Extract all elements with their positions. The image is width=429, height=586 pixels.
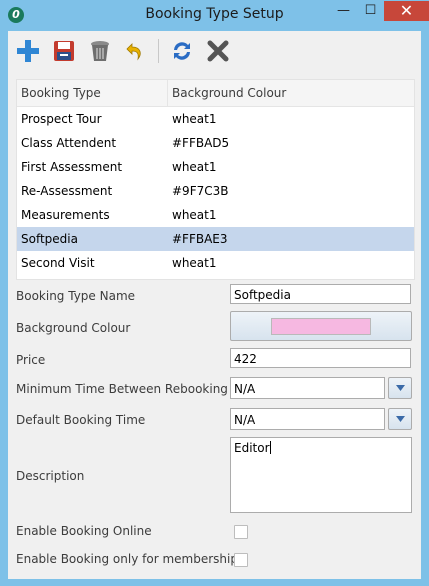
price-label: Price [16,353,46,367]
booking-type-cell: Class Attendent [21,136,117,150]
booking-type-cell: Second Visit [21,256,95,270]
save-button[interactable] [50,37,78,65]
toolbar [8,31,421,71]
membership-only-label: Enable Booking only for membership [16,552,238,566]
table-row[interactable]: Class Attendent #FFBAD5 [17,131,414,155]
booking-type-name-label: Booking Type Name [16,289,136,303]
default-booking-time-select[interactable]: N/A [230,408,385,430]
close-x-icon [207,40,229,62]
table-row[interactable]: Re-Assessment #9F7C3B [17,179,414,203]
title-bar[interactable]: 0 Booking Type Setup — ☐ ✕ [0,0,429,31]
maximize-button[interactable]: ☐ [357,1,384,21]
background-colour-picker-button[interactable] [230,311,412,341]
save-icon [54,41,74,61]
delete-bin-icon [91,41,109,61]
booking-type-grid: Booking Type Background Colour Prospect … [16,79,415,280]
minimize-button[interactable]: — [330,1,357,21]
enable-booking-online-label: Enable Booking Online [16,524,152,538]
undo-icon [126,43,141,61]
background-colour-cell: #9F7C3B [172,184,229,198]
booking-type-cell: Re-Assessment [21,184,113,198]
table-row[interactable]: Softpedia #FFBAE3 [17,227,414,251]
min-time-rebooking-select[interactable]: N/A [230,377,385,399]
booking-type-cell: Softpedia [21,232,78,246]
text-caret [269,441,271,454]
grid-header: Booking Type Background Colour [17,80,414,107]
client-area: Booking Type Background Colour Prospect … [8,31,421,579]
description-label: Description [16,469,85,483]
delete-button[interactable] [86,37,114,65]
background-colour-cell: wheat1 [172,256,217,270]
toolbar-separator [158,39,159,63]
add-icon [17,40,39,62]
description-textarea[interactable]: Editor [230,437,412,513]
price-input[interactable]: 422 [230,348,411,368]
close-form-button[interactable] [204,37,232,65]
background-colour-cell: wheat1 [172,160,217,174]
chevron-down-icon [395,416,405,422]
column-header-booking-type[interactable]: Booking Type [17,80,168,106]
booking-type-setup-window: 0 Booking Type Setup — ☐ ✕ Booking Type … [0,0,429,586]
background-colour-cell: wheat1 [172,112,217,126]
close-window-button[interactable]: ✕ [384,1,429,21]
refresh-button[interactable] [168,37,196,65]
table-row[interactable]: Measurements wheat1 [17,203,414,227]
table-row[interactable]: Second Visit wheat1 [17,251,414,275]
background-colour-cell: #FFBAE3 [172,232,228,246]
booking-type-cell: First Assessment [21,160,123,174]
chevron-down-icon [395,385,405,391]
membership-only-checkbox[interactable] [234,553,248,567]
background-colour-label: Background Colour [16,321,131,335]
table-row[interactable]: Prospect Tour wheat1 [17,107,414,131]
add-button[interactable] [14,37,42,65]
min-time-rebooking-label: Minimum Time Between Rebooking [16,382,228,396]
refresh-icon [174,42,190,60]
column-header-background-colour[interactable]: Background Colour [168,80,412,106]
booking-type-cell: Measurements [21,208,110,222]
enable-booking-online-checkbox[interactable] [234,525,248,539]
default-booking-time-dropdown-button[interactable] [388,408,412,430]
background-colour-cell: wheat1 [172,208,217,222]
table-row[interactable]: First Assessment wheat1 [17,155,414,179]
colour-swatch [271,318,371,335]
description-text: Editor [234,441,270,455]
booking-type-cell: Prospect Tour [21,112,102,126]
min-time-rebooking-dropdown-button[interactable] [388,377,412,399]
background-colour-cell: #FFBAD5 [172,136,230,150]
default-booking-time-label: Default Booking Time [16,413,146,427]
booking-type-name-input[interactable]: Softpedia [230,284,411,304]
undo-button[interactable] [122,37,150,65]
